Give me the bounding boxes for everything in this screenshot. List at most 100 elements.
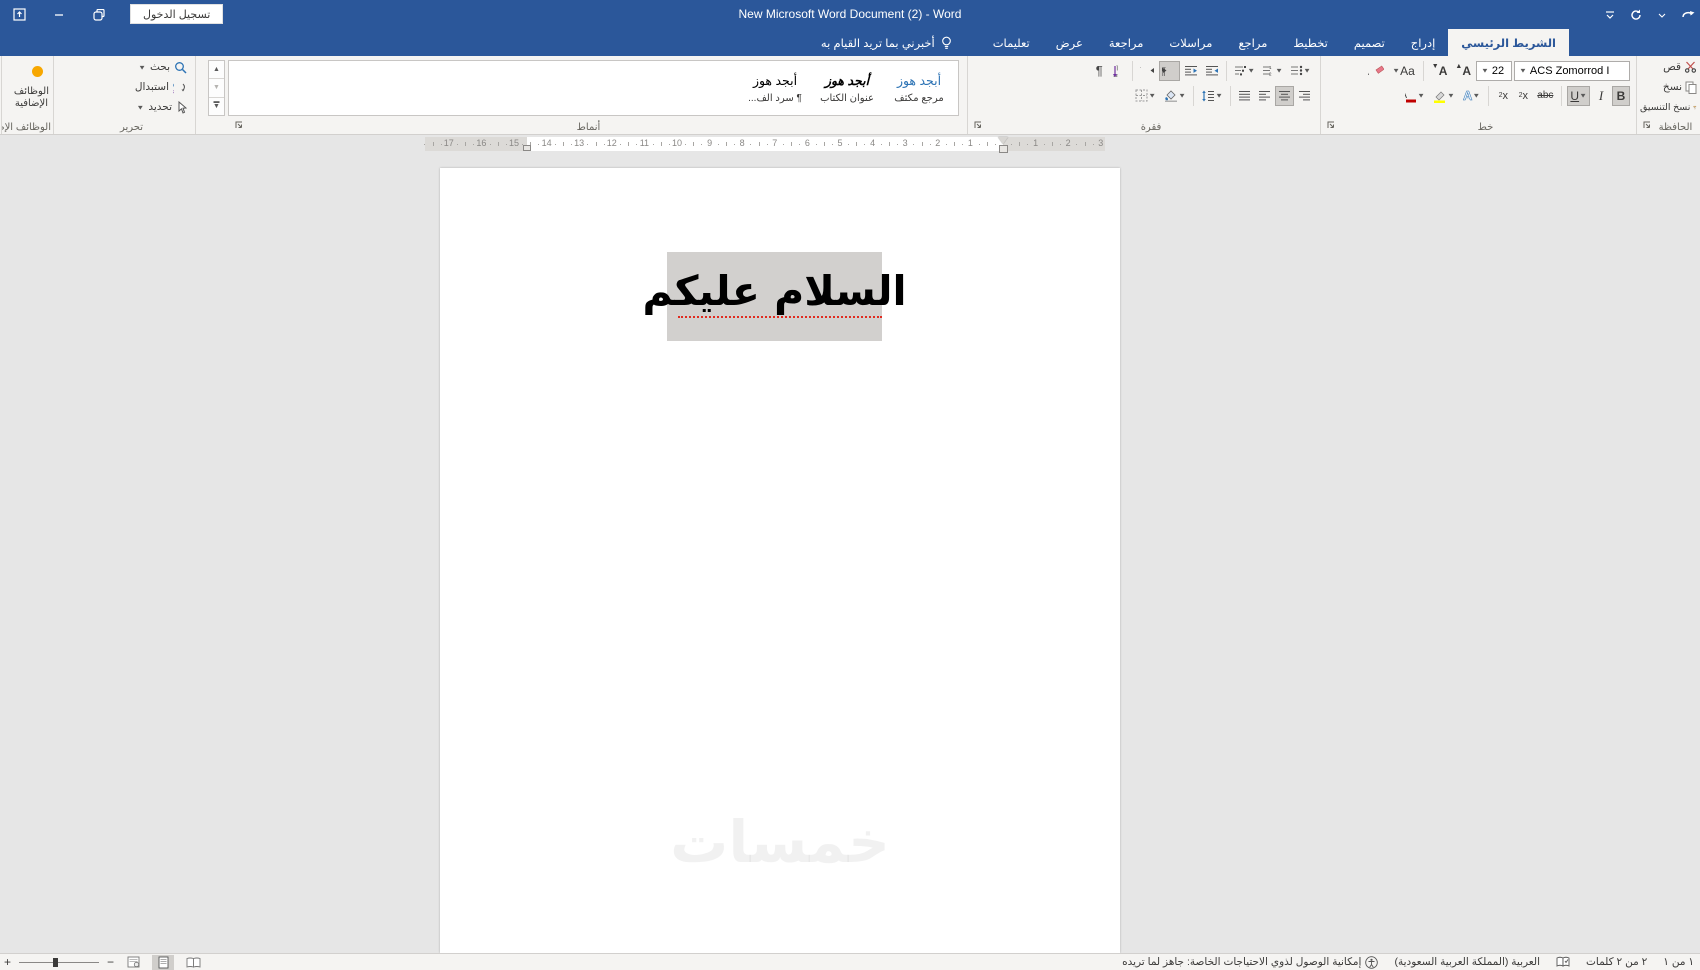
underline-button[interactable]: ▼ U (1567, 85, 1590, 106)
replace-button[interactable]: abac استبدال (54, 78, 195, 96)
style-book-title[interactable]: أبجد هوز عنوان الكتاب (814, 65, 880, 111)
ltr-text-direction-button[interactable]: ¶ (1137, 61, 1158, 81)
customize-quick-access-icon[interactable] (1602, 7, 1618, 23)
tab-layout[interactable]: تخطيط (1280, 29, 1340, 56)
tab-design[interactable]: تصميم (1341, 29, 1398, 56)
language-status[interactable]: العربية (المملكة العربية السعودية) (1394, 956, 1540, 968)
undo-icon[interactable] (1680, 7, 1696, 23)
font-size-combobox[interactable]: ▼ 22 (1476, 60, 1512, 81)
tab-view[interactable]: عرض (1043, 29, 1096, 56)
zoom-in-button[interactable]: + (4, 955, 11, 969)
add-ins-group-label: الوظائف الإض... (2, 122, 51, 133)
zoom-slider-thumb[interactable] (53, 957, 59, 967)
tab-insert[interactable]: إدراج (1398, 29, 1449, 56)
add-ins-icon[interactable] (32, 66, 43, 77)
paragraph-group-label: فقرة (1140, 122, 1162, 133)
increase-indent-button[interactable] (1202, 61, 1222, 81)
find-label: بحث (149, 61, 170, 73)
style-list-paragraph[interactable]: أبجد هوز ¶ سرد الف... (742, 65, 808, 111)
styles-dialog-launcher[interactable] (232, 120, 244, 132)
add-ins-button[interactable]: الوظائف الإضافية (14, 86, 49, 110)
underline-dropdown-icon[interactable]: ▼ (1579, 92, 1587, 99)
align-right-button[interactable] (1295, 86, 1314, 106)
indent-marker[interactable] (999, 145, 1008, 153)
document-text[interactable]: السلام عليكم (642, 246, 906, 335)
text-highlight-button[interactable]: ▼ (1430, 86, 1458, 106)
styles-scroll-up-button[interactable]: ▲ (209, 61, 224, 80)
shrink-font-button[interactable]: A ▼ (1429, 61, 1451, 81)
font-name-value: ACS Zomorrod I (1529, 64, 1610, 77)
font-name-dropdown-icon[interactable]: ▼ (1519, 67, 1527, 74)
editing-group-label: تحرير (119, 122, 144, 133)
font-color-button[interactable]: ▼ A (1402, 86, 1428, 106)
tab-review[interactable]: مراجعة (1096, 29, 1157, 56)
change-case-button[interactable]: Aa ▼ (1389, 61, 1418, 81)
bullets-button[interactable]: ▼ (1287, 61, 1314, 81)
paragraph-dialog-launcher[interactable] (971, 120, 983, 132)
sort-button[interactable]: أي (1109, 61, 1128, 81)
strikethrough-button[interactable]: abc (1534, 86, 1556, 106)
quick-access-toolbar (1602, 0, 1696, 29)
bold-button[interactable]: B (1612, 85, 1630, 106)
align-left-button[interactable] (1255, 86, 1274, 106)
redo-icon[interactable] (1628, 7, 1644, 23)
text-effects-button[interactable]: ▼ A (1460, 86, 1483, 106)
borders-button[interactable]: ▼ (1132, 86, 1159, 106)
zoom-out-button[interactable]: − (107, 955, 114, 969)
clipboard-group: قص نسخ نسخ التنسيق الحافظة (1636, 56, 1700, 134)
tab-mailings[interactable]: مراسلات (1156, 29, 1225, 56)
grow-font-button[interactable]: A ▲ (1452, 61, 1474, 81)
font-size-dropdown-icon[interactable]: ▼ (1481, 67, 1489, 74)
page-indicator[interactable]: ١ من ١ (1663, 956, 1694, 968)
cut-button[interactable]: قص (1637, 58, 1700, 76)
tab-references[interactable]: مراجع (1225, 29, 1280, 56)
numbering-button[interactable]: ▼ 12 (1259, 61, 1286, 81)
styles-scroll-down-button[interactable]: ▼ (209, 79, 224, 98)
style-intense-reference[interactable]: أبجد هوز مرجع مكثف (886, 65, 952, 111)
select-label: تحديد (148, 101, 172, 113)
accessibility-status[interactable]: إمكانية الوصول لذوي الاحتياجات الخاصة: ج… (1122, 955, 1379, 969)
line-spacing-button[interactable]: ▼ (1198, 86, 1226, 106)
proofing-status-icon[interactable] (1556, 956, 1570, 968)
select-button[interactable]: تحديد ▼ (54, 98, 195, 116)
superscript-button[interactable]: x2 (1494, 86, 1512, 106)
tab-home[interactable]: الشريط الرئيسي (1448, 29, 1569, 56)
web-layout-button[interactable] (122, 955, 144, 970)
italic-button[interactable]: I (1592, 86, 1610, 106)
accessibility-label: إمكانية الوصول لذوي الاحتياجات الخاصة: ج… (1122, 956, 1362, 968)
clear-formatting-button[interactable]: A (1365, 61, 1387, 81)
left-indent-marker[interactable] (523, 145, 531, 151)
shading-button[interactable]: ▼ (1160, 86, 1189, 106)
styles-more-button[interactable]: ▼ ▬ (209, 98, 224, 115)
tell-me-box[interactable]: أخبرني بما تريد القيام به (821, 29, 952, 56)
justify-button[interactable] (1235, 86, 1254, 106)
multilevel-list-button[interactable]: ▼ (1231, 61, 1258, 81)
select-cursor-icon (178, 100, 187, 114)
decrease-indent-icon (1185, 66, 1198, 76)
tab-help[interactable]: تعليمات (980, 29, 1043, 56)
format-painter-button[interactable]: نسخ التنسيق (1637, 98, 1700, 116)
document-area[interactable]: السلام عليكم خمسات (0, 153, 1700, 953)
center-button[interactable] (1275, 85, 1294, 106)
increase-indent-icon (1206, 66, 1219, 76)
undo-dropdown-icon[interactable] (1654, 7, 1670, 23)
decrease-indent-button[interactable] (1181, 61, 1201, 81)
print-layout-button[interactable] (152, 954, 175, 970)
find-button[interactable]: بحث ▼ (54, 58, 195, 76)
read-mode-button[interactable] (182, 955, 204, 970)
document-page[interactable]: السلام عليكم خمسات (440, 168, 1120, 953)
subscript-button[interactable]: x2 (1514, 86, 1532, 106)
ltr-direction-icon: ¶ (1140, 66, 1155, 76)
clipboard-dialog-launcher[interactable] (1640, 120, 1652, 132)
first-line-indent-marker[interactable] (998, 137, 1008, 144)
horizontal-ruler[interactable]: 1 2 3 4 5 6 7 8 9 10 11 12 13 14 15 16 17 1 2 3 (424, 137, 1105, 153)
rtl-direction-icon: ¶ (1162, 66, 1167, 76)
copy-button[interactable]: نسخ (1637, 78, 1700, 96)
word-count[interactable]: ٢ من ٢ كلمات (1586, 956, 1647, 968)
zoom-slider[interactable] (19, 957, 100, 967)
title-bar: تسجيل الدخول New Microsoft Word Document… (0, 0, 1700, 29)
show-formatting-marks-button[interactable]: ¶ (1090, 61, 1108, 81)
rtl-text-direction-button[interactable]: ¶ (1159, 60, 1181, 81)
font-name-combobox[interactable]: ▼ ACS Zomorrod I (1514, 60, 1630, 81)
font-dialog-launcher[interactable] (1324, 120, 1336, 132)
